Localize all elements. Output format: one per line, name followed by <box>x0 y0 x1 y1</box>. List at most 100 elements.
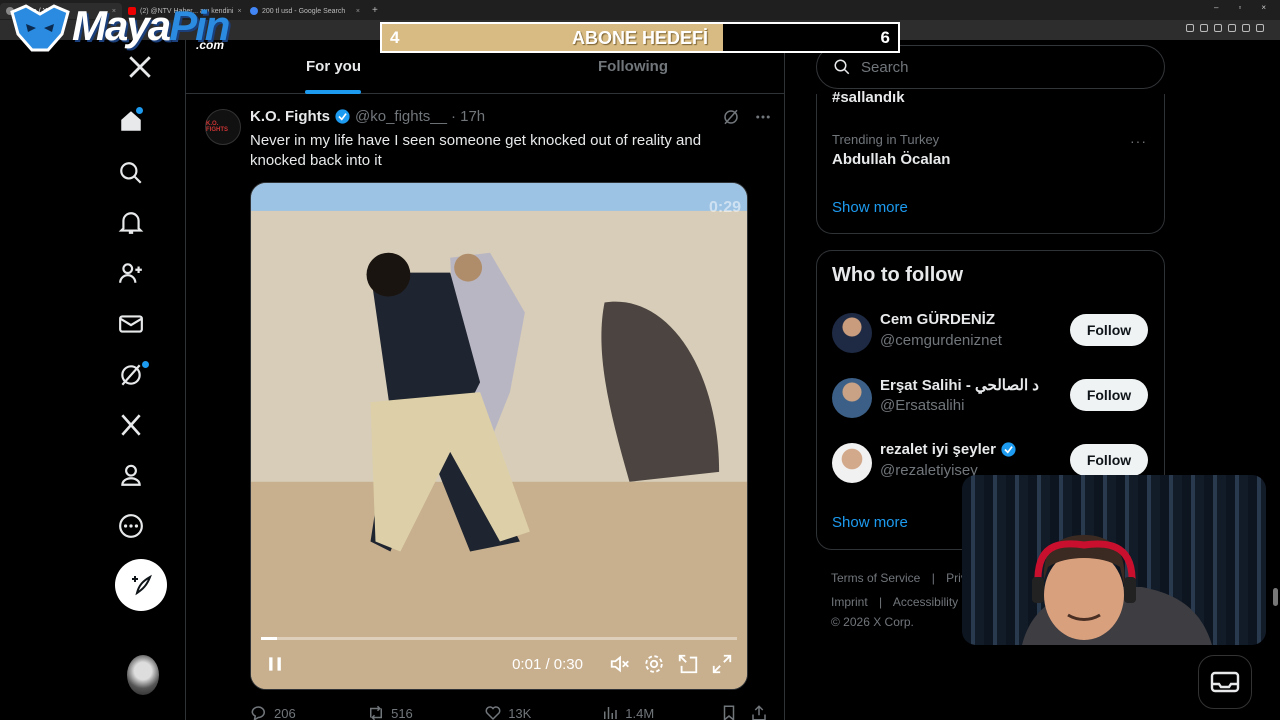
tab-for-you[interactable]: For you <box>306 58 361 75</box>
post-video[interactable]: 0:29 0:01 / 0:30 <box>250 182 748 690</box>
extension-icon[interactable] <box>1228 24 1236 32</box>
panther-mask-icon <box>10 4 70 52</box>
reply-button[interactable]: 206 <box>250 704 367 720</box>
messages-icon[interactable] <box>118 311 144 337</box>
follow-button[interactable]: Follow <box>1070 379 1148 411</box>
post-header: K.O. Fights @ko_fights__ · 17h <box>250 108 485 125</box>
extension-icon[interactable] <box>1200 24 1208 32</box>
heart-icon <box>485 706 501 720</box>
video-controls: 0:01 / 0:30 <box>251 639 747 689</box>
suggestion-name-row[interactable]: rezalet iyi şeyler <box>880 441 1017 458</box>
repost-count: 516 <box>391 705 413 720</box>
close-tab-icon[interactable]: × <box>356 8 360 15</box>
mute-icon[interactable] <box>609 653 631 675</box>
grok-notification-dot <box>142 361 149 368</box>
follow-suggestion[interactable]: Erşat Salihi - د الصالحي @Ersatsalihi Fo… <box>832 376 1152 420</box>
suggestion-name[interactable]: Cem GÜRDENİZ <box>880 311 995 328</box>
video-frame <box>251 183 747 689</box>
footer-separator: | <box>931 571 935 585</box>
grok-icon[interactable] <box>118 362 144 388</box>
post-author-avatar[interactable]: K.O. FIGHTS <box>205 109 241 145</box>
minimize-button[interactable]: – <box>1214 3 1218 12</box>
follow-button[interactable]: Follow <box>1070 444 1148 476</box>
suggestion-name[interactable]: Erşat Salihi - د الصالحي <box>880 376 1039 394</box>
extension-icon[interactable] <box>1186 24 1194 32</box>
accessibility-link[interactable]: Accessibility <box>893 595 958 609</box>
suggestion-name: rezalet iyi şeyler <box>880 441 996 458</box>
views-count: 1.4M <box>625 705 655 720</box>
copyright: © 2026 X Corp. <box>831 615 914 629</box>
browser-tab-google[interactable]: 200 tl usd - Google Search × <box>244 3 366 19</box>
compose-post-button[interactable] <box>115 559 167 611</box>
new-tab-button[interactable]: + <box>372 5 378 16</box>
extension-icon[interactable] <box>1256 24 1264 32</box>
verified-badge-icon <box>1001 442 1016 457</box>
extension-icon[interactable] <box>1242 24 1250 32</box>
follow-icon[interactable] <box>118 260 144 286</box>
maximize-button[interactable]: ▫ <box>1238 3 1241 12</box>
suggestion-avatar[interactable] <box>832 443 872 483</box>
goal-label: ABONE HEDEFİ <box>571 28 708 48</box>
views-chart-icon <box>604 707 618 719</box>
tab-label: 200 tl usd - Google Search <box>262 7 346 15</box>
footer-separator: | <box>879 595 883 609</box>
like-count: 13K <box>508 705 532 720</box>
repost-button[interactable]: 516 <box>367 704 484 720</box>
active-tab-indicator <box>305 90 361 94</box>
suggestion-avatar[interactable] <box>832 378 872 418</box>
bookmark-button[interactable] <box>720 704 750 720</box>
suggestion-handle[interactable]: @Ersatsalihi <box>880 397 964 414</box>
views-button[interactable]: 1.4M <box>601 704 720 720</box>
terms-link[interactable]: Terms of Service <box>831 571 920 585</box>
trend-item-hashtag[interactable]: #sallandık <box>832 89 905 106</box>
close-window-button[interactable]: × <box>1261 3 1266 12</box>
post-author-handle[interactable]: @ko_fights__ <box>355 108 447 125</box>
google-favicon-icon <box>250 7 258 15</box>
explore-icon[interactable] <box>118 160 144 186</box>
settings-gear-icon[interactable] <box>643 653 665 675</box>
subscriber-goal-bar: 4 ABONE HEDEFİ 6 <box>380 22 900 53</box>
extensions-toolbar <box>1186 24 1264 32</box>
grok-analyze-icon[interactable] <box>722 108 740 126</box>
picture-in-picture-icon[interactable] <box>677 653 699 675</box>
more-icon[interactable] <box>118 513 144 539</box>
share-button[interactable] <box>750 704 770 720</box>
post-actions: 206 516 13K 1.4M <box>250 704 770 720</box>
repost-icon <box>370 705 383 720</box>
who-to-follow-title: Who to follow <box>832 264 964 286</box>
like-button[interactable]: 13K <box>484 704 601 720</box>
trend-more-icon[interactable]: ··· <box>1130 133 1147 149</box>
trend-item-name[interactable]: Abdullah Öcalan <box>832 151 950 168</box>
reply-icon <box>251 706 265 720</box>
webcam-overlay <box>962 475 1266 645</box>
video-time: 0:01 / 0:30 <box>512 655 583 673</box>
reply-count: 206 <box>274 705 296 720</box>
who-to-follow-show-more-link[interactable]: Show more <box>832 514 908 531</box>
account-avatar[interactable] <box>127 655 159 695</box>
notifications-icon[interactable] <box>118 210 144 236</box>
suggestion-handle[interactable]: @rezaletiyisey <box>880 462 978 479</box>
post-author-name[interactable]: K.O. Fights <box>250 108 330 125</box>
follow-button[interactable]: Follow <box>1070 314 1148 346</box>
trends-show-more-link[interactable]: Show more <box>832 199 908 216</box>
post-time[interactable]: · 17h <box>451 108 485 125</box>
extension-icon[interactable] <box>1214 24 1222 32</box>
footer-links-row2: Imprint | Accessibility <box>831 595 966 609</box>
tab-following[interactable]: Following <box>598 58 668 75</box>
pause-icon[interactable] <box>265 654 285 674</box>
profile-icon[interactable] <box>118 462 144 488</box>
logo-suffix: .com <box>196 38 225 52</box>
more-options-icon[interactable] <box>754 108 772 126</box>
imprint-link[interactable]: Imprint <box>831 595 868 609</box>
page-scrollbar[interactable] <box>1273 588 1278 606</box>
suggestion-avatar[interactable] <box>832 313 872 353</box>
x-logo-icon[interactable] <box>127 54 153 80</box>
search-placeholder: Search <box>861 58 909 76</box>
suggestion-handle[interactable]: @cemgurdeniznet <box>880 332 1002 349</box>
fullscreen-icon[interactable] <box>711 653 733 675</box>
messages-drawer-button[interactable] <box>1198 655 1252 709</box>
close-tab-icon[interactable]: × <box>237 8 241 15</box>
bookmark-icon <box>724 705 735 720</box>
premium-icon[interactable] <box>118 412 144 438</box>
follow-suggestion[interactable]: Cem GÜRDENİZ @cemgurdeniznet Follow <box>832 311 1152 355</box>
